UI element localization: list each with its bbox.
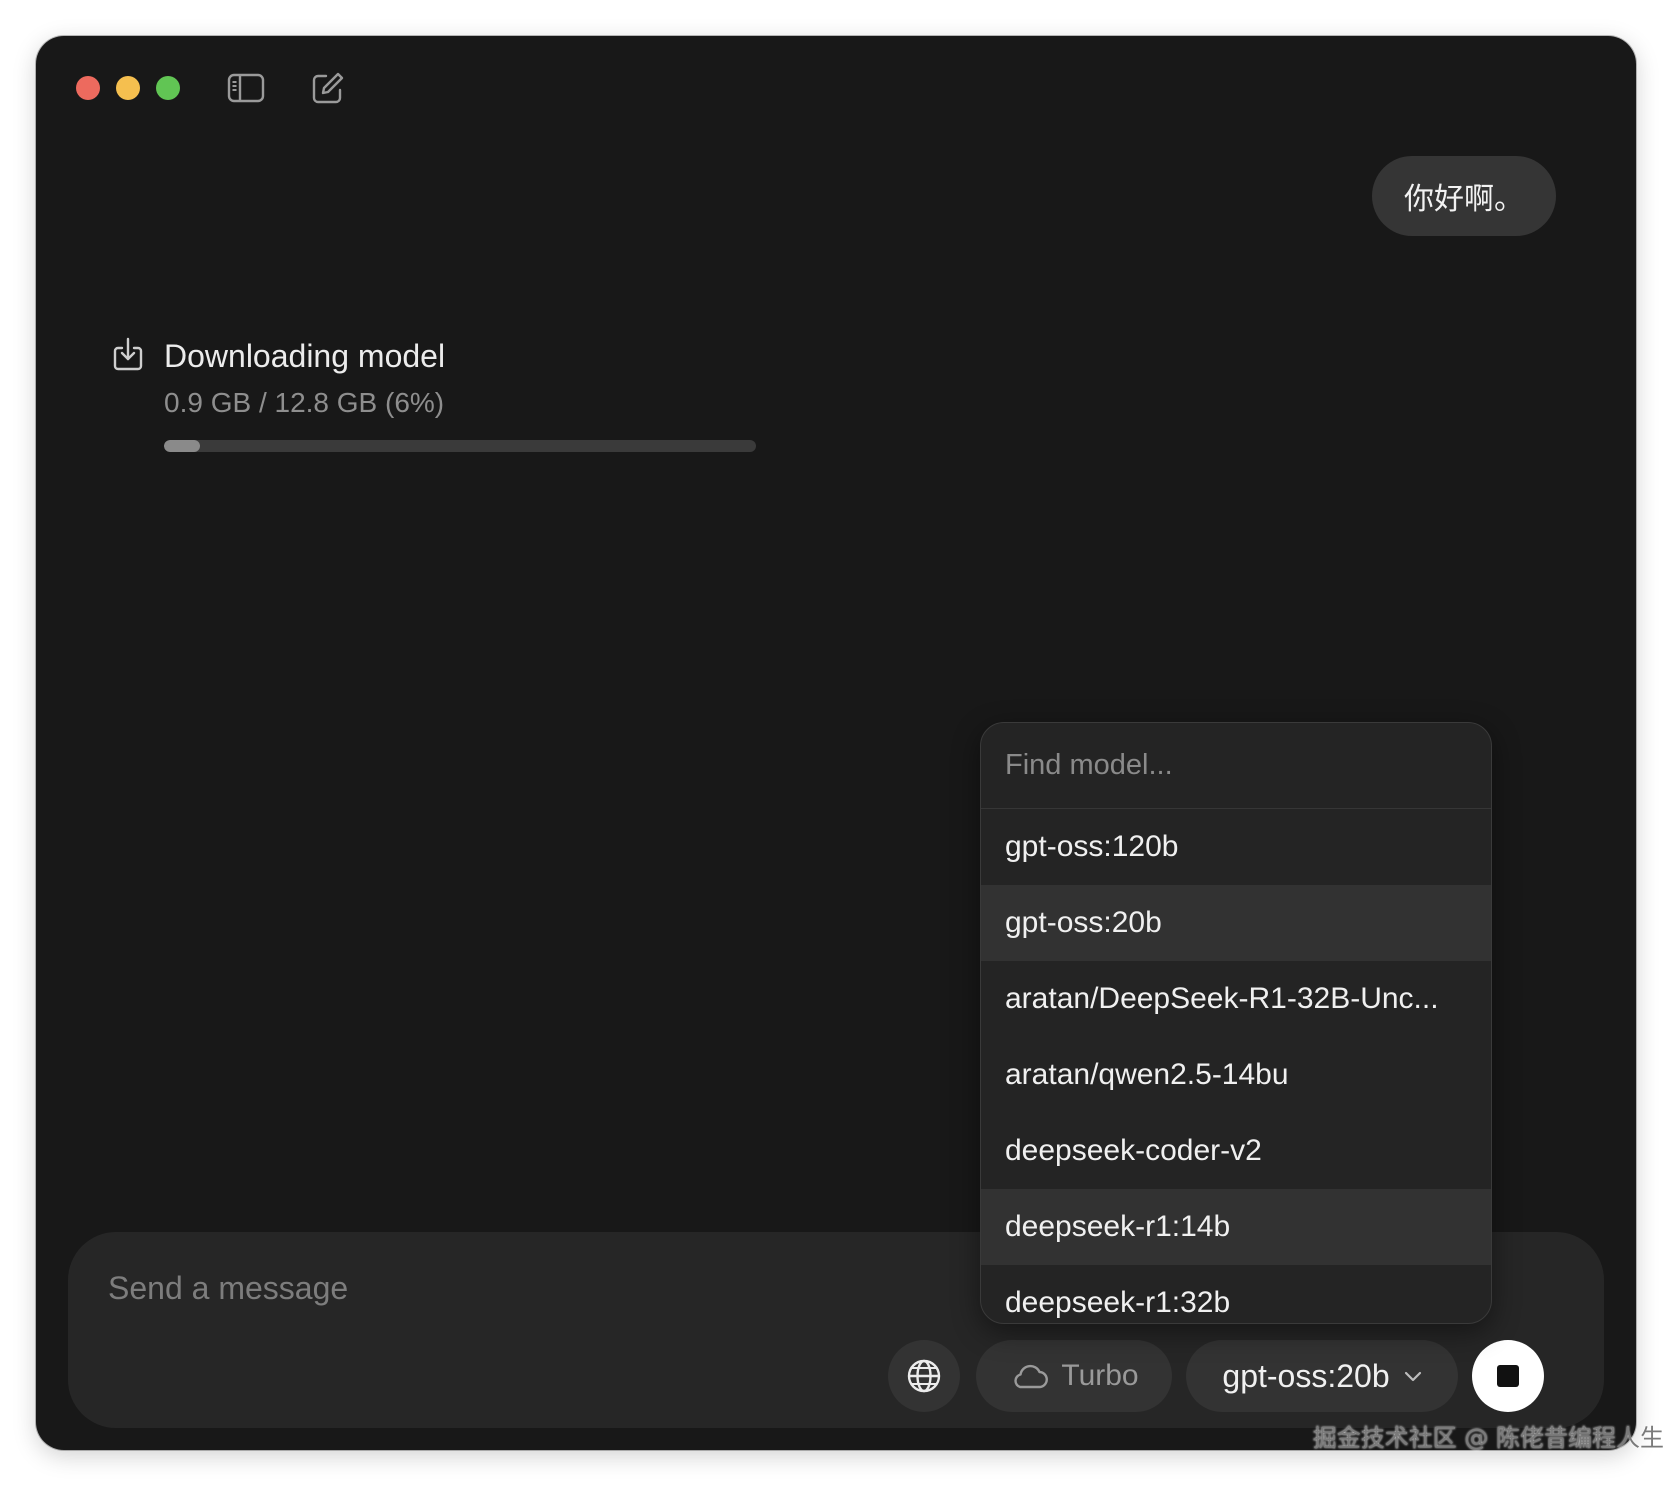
model-dropdown: gpt-oss:120b gpt-oss:20b aratan/DeepSeek… [980,722,1492,1324]
download-title: Downloading model [164,338,446,374]
model-option[interactable]: aratan/DeepSeek-R1-32B-Unc... [981,961,1491,1037]
model-list: gpt-oss:120b gpt-oss:20b aratan/DeepSeek… [981,809,1491,1323]
stop-generation-button[interactable] [1472,1340,1544,1412]
compose-icon [312,72,344,104]
web-search-button[interactable] [888,1340,960,1412]
model-option[interactable]: gpt-oss:120b [981,809,1491,885]
sidebar-toggle-icon [227,73,265,103]
model-selector-button[interactable]: gpt-oss:20b [1186,1340,1458,1412]
model-option[interactable]: gpt-oss:20b [981,885,1491,961]
app-window: 你好啊。 Downloading model 0.9 GB / 12.8 GB … [36,36,1636,1450]
turbo-button[interactable]: Turbo [976,1340,1172,1412]
watermark: 掘金技术社区 @ 陈佬昔编程人生 [1312,1424,1664,1452]
download-progress-text: 0.9 GB / 12.8 GB (6%) [164,387,445,418]
new-chat-button[interactable] [308,68,348,108]
model-option[interactable]: deepseek-r1:14b [981,1189,1491,1265]
download-icon [113,337,143,371]
cloud-icon [1014,1364,1049,1389]
stop-icon [1497,1365,1519,1387]
user-message-text: 你好啊。 [1404,182,1524,217]
message-input[interactable] [106,1260,866,1316]
close-window-button[interactable] [76,76,100,100]
model-option[interactable]: aratan/qwen2.5-14bu [981,1037,1491,1113]
sidebar-toggle-button[interactable] [226,68,266,108]
chevron-down-icon [1404,1371,1421,1382]
model-option[interactable]: deepseek-r1:32b [981,1265,1491,1323]
zoom-window-button[interactable] [156,76,180,100]
download-progress-fill [164,440,200,452]
download-progress-bar [164,440,756,452]
find-model-input[interactable] [981,723,1491,809]
user-message-bubble: 你好啊。 [1372,156,1556,236]
turbo-label: Turbo [1061,1359,1139,1392]
model-option[interactable]: deepseek-coder-v2 [981,1113,1491,1189]
selected-model-label: gpt-oss:20b [1222,1357,1390,1394]
minimize-window-button[interactable] [116,76,140,100]
globe-icon [907,1359,941,1393]
